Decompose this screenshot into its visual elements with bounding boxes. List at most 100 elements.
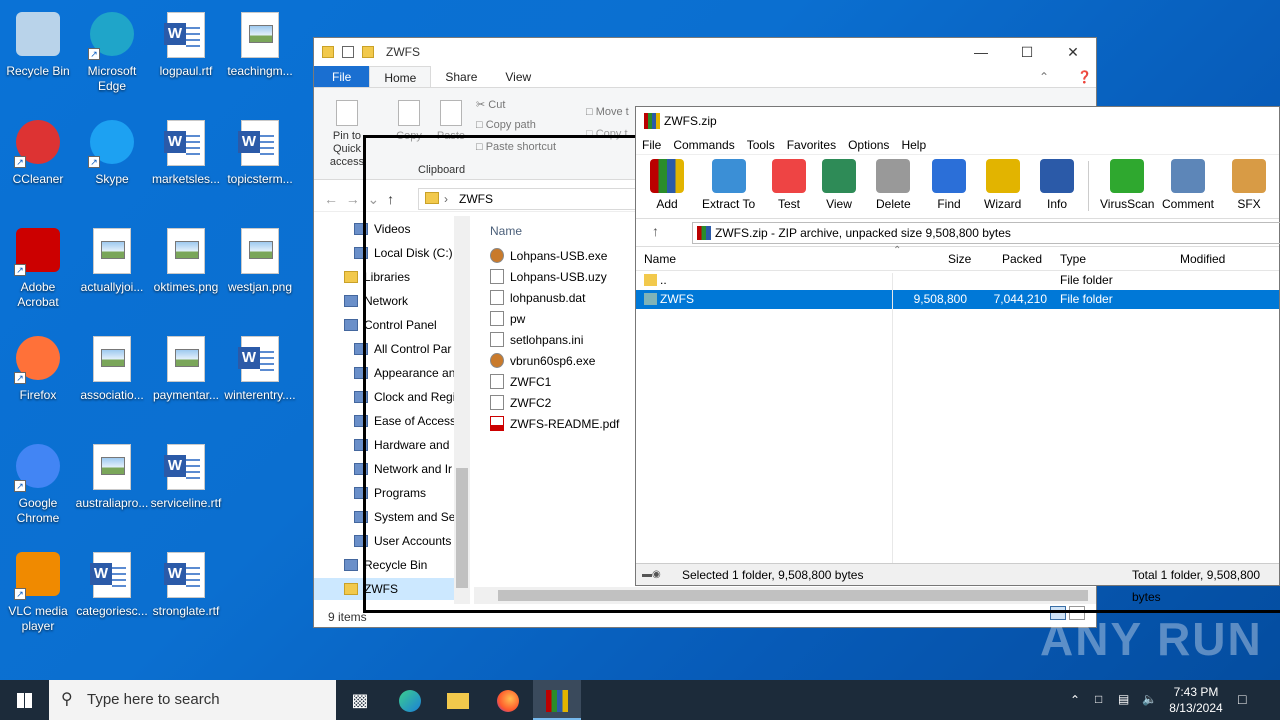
toolbar-test-button[interactable]: Test xyxy=(772,159,806,211)
desktop-icon[interactable]: ↗ Microsoft Edge xyxy=(74,6,150,94)
nav-item[interactable]: Clock and Regi xyxy=(314,386,454,408)
column-packed[interactable]: Packed xyxy=(1002,247,1042,271)
toolbar-add-button[interactable]: Add xyxy=(650,159,684,211)
nav-item[interactable]: Libraries xyxy=(314,266,454,288)
network-icon[interactable]: □ xyxy=(1095,691,1102,707)
paste-button[interactable]: Paste xyxy=(434,100,468,143)
archive-row[interactable]: .. File folder xyxy=(636,271,1279,290)
pin-quick-access-button[interactable]: Pin to Quick access xyxy=(320,100,374,169)
nav-item[interactable]: Control Panel xyxy=(314,314,454,336)
copy-button[interactable]: Copy xyxy=(392,100,426,143)
file-row[interactable]: ZWFC2 xyxy=(484,393,644,414)
cut-button[interactable]: ✂ Cut xyxy=(476,98,505,111)
nav-item[interactable]: Hardware and xyxy=(314,434,454,456)
tab-view[interactable]: View xyxy=(491,66,545,87)
address-field[interactable]: › ZWFS xyxy=(418,188,638,210)
desktop-icon[interactable]: ↗ Google Chrome xyxy=(0,438,76,526)
paste-shortcut-button[interactable]: □ Paste shortcut xyxy=(476,141,556,153)
copy-to-button[interactable]: □ Copy t xyxy=(586,128,628,140)
toolbar-delete-button[interactable]: Delete xyxy=(876,159,911,211)
desktop-icon[interactable]: Wcategoriesc... xyxy=(74,546,150,619)
file-row[interactable]: ZWFS-README.pdf xyxy=(484,414,644,435)
search-box[interactable]: ⚲ Type here to search xyxy=(49,680,336,720)
file-row[interactable]: Lohpans-USB.uzy xyxy=(484,267,644,288)
desktop-icon[interactable]: Wlogpaul.rtf xyxy=(148,6,224,79)
toolbar-extract-to-button[interactable]: Extract To xyxy=(702,159,755,211)
back-forward-icons[interactable]: ← → ⌄ ↑ xyxy=(324,191,394,208)
desktop-icon[interactable]: Wserviceline.rtf xyxy=(148,438,224,511)
start-button[interactable] xyxy=(0,680,48,720)
wifi-icon[interactable]: ▤ xyxy=(1118,691,1129,707)
move-to-button[interactable]: □ Move t xyxy=(586,106,629,118)
nav-item[interactable]: Videos xyxy=(314,218,454,240)
tab-file[interactable]: File xyxy=(314,66,370,87)
firefox-taskbar-icon[interactable] xyxy=(484,680,532,720)
minimize-button[interactable]: — xyxy=(958,44,1004,61)
up-folder-icon[interactable]: ↑ xyxy=(652,223,659,239)
edge-taskbar-icon[interactable] xyxy=(386,680,434,720)
desktop-icon[interactable]: ↗ Adobe Acrobat xyxy=(0,222,76,310)
menu-commands[interactable]: Commands xyxy=(667,135,740,154)
nav-item[interactable]: Network xyxy=(314,290,454,312)
nav-item[interactable]: Network and Ir xyxy=(314,458,454,480)
tab-share[interactable]: Share xyxy=(431,66,491,87)
volume-icon[interactable]: 🔈 xyxy=(1142,691,1157,707)
file-row[interactable]: ZWFC1 xyxy=(484,372,644,393)
nav-item[interactable]: Local Disk (C:) xyxy=(314,242,454,264)
file-list-scrollbar[interactable] xyxy=(474,587,1096,604)
desktop-icon[interactable]: Wmarketsles... xyxy=(148,114,224,187)
new-folder-icon[interactable] xyxy=(362,46,374,58)
menu-options[interactable]: Options xyxy=(842,135,895,154)
desktop-icon[interactable]: oktimes.png xyxy=(148,222,224,295)
toolbar-find-button[interactable]: Find xyxy=(932,159,966,211)
toolbar-wizard-button[interactable]: Wizard xyxy=(984,159,1021,211)
show-hidden-icons[interactable]: ⌃ xyxy=(1070,692,1080,708)
help-icon[interactable]: ❓ xyxy=(1063,66,1096,87)
menu-tools[interactable]: Tools xyxy=(741,135,781,154)
collapse-ribbon-icon[interactable]: ⌃ xyxy=(1025,66,1063,87)
file-row[interactable]: Lohpans-USB.exe xyxy=(484,246,644,267)
desktop-icon[interactable]: ↗ Firefox xyxy=(0,330,76,403)
desktop-icon[interactable]: ↗ VLC media player xyxy=(0,546,76,634)
maximize-button[interactable]: ☐ xyxy=(1004,44,1050,61)
archive-row[interactable]: ZWFS 9,508,800 7,044,210 File folder xyxy=(636,290,1279,309)
desktop-icon[interactable]: westjan.png xyxy=(222,222,298,295)
toolbar-virusscan-button[interactable]: VirusScan xyxy=(1100,159,1154,211)
nav-item[interactable]: All Control Par xyxy=(314,338,454,360)
explorer-titlebar[interactable]: ZWFS — ☐ ✕ xyxy=(314,38,1096,66)
file-row[interactable]: setlohpans.ini xyxy=(484,330,644,351)
winrar-titlebar[interactable]: ZWFS.zip xyxy=(636,107,1279,135)
desktop-icon[interactable]: Wstronglate.rtf xyxy=(148,546,224,619)
file-row[interactable]: pw xyxy=(484,309,644,330)
toolbar-comment-button[interactable]: Comment xyxy=(1162,159,1214,211)
desktop-icon[interactable]: paymentar... xyxy=(148,330,224,403)
nav-item[interactable]: ZWFS xyxy=(314,578,454,600)
nav-item[interactable]: System and Sec xyxy=(314,506,454,528)
task-view-icon[interactable]: ▩ xyxy=(336,680,384,720)
desktop-icon[interactable]: ↗ CCleaner xyxy=(0,114,76,187)
nav-item[interactable]: Programs xyxy=(314,482,454,504)
column-type[interactable]: Type xyxy=(1060,247,1086,271)
desktop-icon[interactable]: actuallyjoi... xyxy=(74,222,150,295)
nav-item[interactable]: Recycle Bin xyxy=(314,554,454,576)
toolbar-info-button[interactable]: Info xyxy=(1040,159,1074,211)
tab-home[interactable]: Home xyxy=(369,66,432,87)
desktop-icon[interactable]: australiapro... xyxy=(74,438,150,511)
file-row[interactable]: vbrun60sp6.exe xyxy=(484,351,644,372)
column-size[interactable]: Size xyxy=(948,247,971,271)
file-explorer-taskbar-icon[interactable] xyxy=(434,680,482,720)
close-button[interactable]: ✕ xyxy=(1050,44,1096,61)
winrar-window[interactable]: ZWFS.zip File Commands Tools Favorites Optio… xyxy=(635,106,1280,604)
clock[interactable]: 7:43 PM 8/13/2024 xyxy=(1166,684,1226,716)
column-modified[interactable]: Modified xyxy=(1180,247,1225,271)
menu-help[interactable]: Help xyxy=(895,135,932,154)
column-name[interactable]: Name xyxy=(644,247,676,271)
desktop-icon[interactable]: Wtopicsterm... xyxy=(222,114,298,187)
archive-path-field[interactable]: ZWFS.zip - ZIP archive, unpacked size 9,… xyxy=(692,222,1280,244)
toolbar-view-button[interactable]: View xyxy=(822,159,856,211)
desktop-icon[interactable]: ↗ Skype xyxy=(74,114,150,187)
nav-scrollbar[interactable] xyxy=(454,216,470,604)
nav-item[interactable]: Ease of Access xyxy=(314,410,454,432)
toolbar-sfx-button[interactable]: SFX xyxy=(1232,159,1266,211)
desktop-icon[interactable]: Recycle Bin xyxy=(0,6,76,79)
